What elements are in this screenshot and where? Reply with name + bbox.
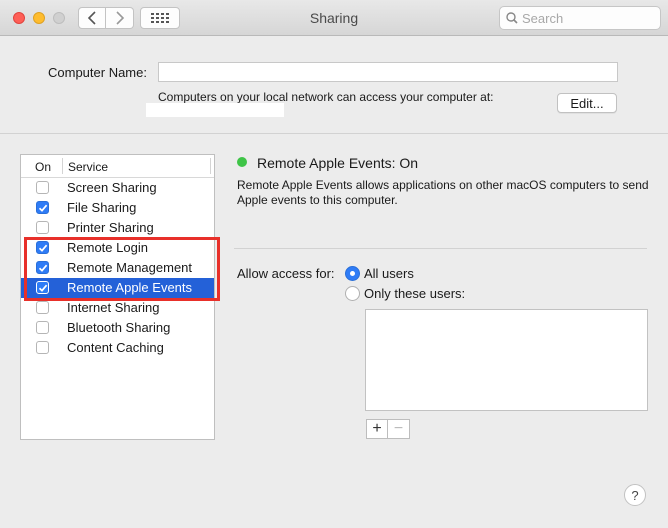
annotation-highlight-box: [24, 237, 220, 301]
show-all-button[interactable]: [140, 7, 180, 29]
grid-icon: [151, 13, 169, 23]
forward-button[interactable]: [106, 7, 134, 29]
remove-user-button[interactable]: −: [388, 419, 410, 439]
back-button[interactable]: [78, 7, 106, 29]
all-users-label[interactable]: All users: [364, 266, 414, 281]
add-user-button[interactable]: +: [366, 419, 388, 439]
service-checkbox[interactable]: [36, 201, 49, 214]
local-address-value: [146, 103, 284, 117]
sharing-window: Sharing Computer Name: Computers on your…: [0, 0, 668, 528]
service-checkbox[interactable]: [36, 181, 49, 194]
service-row[interactable]: Content Caching: [21, 338, 214, 358]
service-name: Content Caching: [67, 340, 164, 355]
service-checkbox[interactable]: [36, 301, 49, 314]
detail-divider: [234, 248, 647, 249]
section-divider: [0, 133, 668, 134]
column-divider: [62, 158, 63, 174]
service-checkbox[interactable]: [36, 321, 49, 334]
local-network-note: Computers on your local network can acce…: [158, 90, 494, 104]
service-name: File Sharing: [67, 200, 137, 215]
search-input[interactable]: [522, 10, 652, 26]
chevron-left-icon: [87, 11, 96, 25]
help-button[interactable]: ?: [624, 484, 646, 506]
service-row[interactable]: File Sharing: [21, 198, 214, 218]
service-checkbox[interactable]: [36, 341, 49, 354]
service-name: Internet Sharing: [67, 300, 160, 315]
column-divider: [210, 158, 211, 174]
allow-access-label: Allow access for:: [237, 266, 335, 281]
service-row[interactable]: Printer Sharing: [21, 218, 214, 238]
title-bar: Sharing: [0, 0, 668, 36]
column-header-on[interactable]: On: [35, 160, 51, 174]
status-indicator-dot: [237, 157, 247, 167]
service-row[interactable]: Screen Sharing: [21, 178, 214, 198]
service-row[interactable]: Bluetooth Sharing: [21, 318, 214, 338]
minimize-window-button[interactable]: [33, 12, 45, 24]
chevron-right-icon: [115, 11, 124, 25]
service-description: Remote Apple Events allows applications …: [237, 178, 649, 207]
only-these-users-label[interactable]: Only these users:: [364, 286, 465, 301]
edit-button[interactable]: Edit...: [557, 93, 617, 113]
service-checkbox[interactable]: [36, 221, 49, 234]
close-window-button[interactable]: [13, 12, 25, 24]
computer-name-label: Computer Name:: [48, 65, 147, 80]
search-field[interactable]: [499, 6, 661, 30]
checkmark-icon: [38, 204, 48, 212]
only-these-users-radio[interactable]: [345, 286, 360, 301]
service-status: Remote Apple Events: On: [257, 155, 419, 171]
column-header-service[interactable]: Service: [68, 160, 108, 174]
service-name: Bluetooth Sharing: [67, 320, 171, 335]
computer-name-field[interactable]: [158, 62, 618, 82]
service-list-header: On Service: [21, 155, 214, 178]
zoom-window-button[interactable]: [53, 12, 65, 24]
service-name: Screen Sharing: [67, 180, 157, 195]
service-row[interactable]: Internet Sharing: [21, 298, 214, 318]
allowed-users-list[interactable]: [365, 309, 648, 411]
all-users-radio[interactable]: [345, 266, 360, 281]
service-name: Printer Sharing: [67, 220, 154, 235]
search-icon: [506, 12, 518, 24]
